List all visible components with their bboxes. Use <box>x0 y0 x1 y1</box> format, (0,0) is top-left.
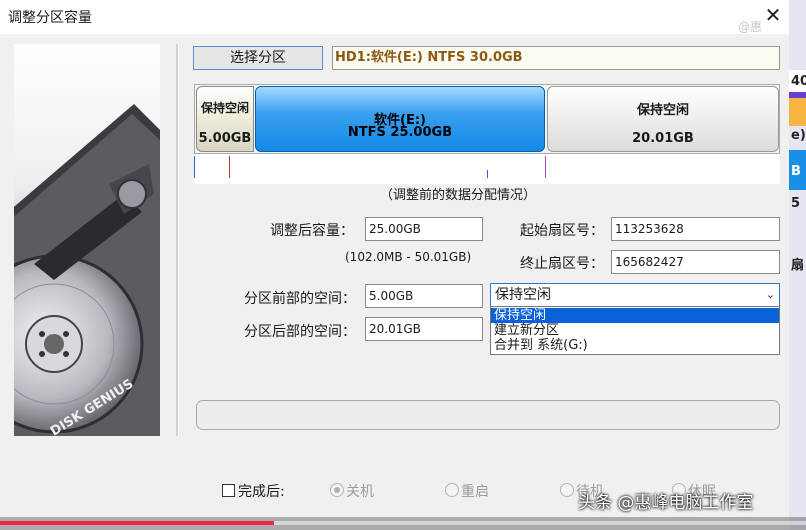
radio-shutdown[interactable] <box>330 483 344 497</box>
watermark-bottom: 头条 @惠峰电脑工作室 <box>578 493 754 513</box>
partition-segment-free-before[interactable]: 保持空闲 5.00GB <box>196 86 254 152</box>
ruler-tick <box>487 170 488 178</box>
space-after-label: 分区后部的空间： <box>244 324 356 340</box>
chevron-down-icon[interactable]: ⌄ <box>766 284 775 306</box>
space-after-input[interactable]: 20.01GB <box>365 317 483 341</box>
ruler-tick <box>229 156 230 178</box>
segment-detail: NTFS 25.00GB <box>347 125 453 140</box>
end-sector-label: 终止扇区号： <box>520 256 604 272</box>
partition-segment-free-after[interactable]: 保持空闲 20.01GB <box>547 86 779 152</box>
disk-info-field: HD1:软件(E:) NTFS 30.0GB <box>332 46 780 70</box>
segment-name: 保持空闲 <box>200 101 249 115</box>
sector-ruler <box>194 154 780 184</box>
dropdown-option-merge-system[interactable]: 合并到 系统(G:) <box>491 338 779 353</box>
dropdown-selected-value: 保持空闲 <box>495 287 551 303</box>
segment-size: 20.01GB <box>632 131 694 146</box>
radio-restart[interactable] <box>445 483 459 497</box>
background-window-edge: 40 e) B 5 扇 <box>789 0 806 530</box>
edge-text-2: e) <box>791 128 806 143</box>
dropdown-option-keep-free[interactable]: 保持空闲 <box>491 308 779 323</box>
new-size-label: 调整后容量： <box>270 223 354 239</box>
segment-name: 保持空闲 <box>636 103 689 118</box>
space-handling-dropdown[interactable]: 保持空闲 ⌄ <box>490 283 780 307</box>
ruler-tick <box>545 156 546 178</box>
edge-text-1: 40 <box>791 74 806 89</box>
select-partition-button[interactable]: 选择分区 <box>193 46 323 70</box>
video-progress-bar[interactable] <box>0 517 806 530</box>
dropdown-list: 保持空闲 建立新分区 合并到 系统(G:) <box>490 306 780 355</box>
map-caption: （调整前的数据分配情况） <box>380 188 537 203</box>
space-before-input[interactable]: 5.00GB <box>365 284 483 308</box>
radio-shutdown-label: 关机 <box>346 484 374 500</box>
space-before-label: 分区前部的空间： <box>244 291 356 307</box>
operation-progress-bar <box>196 400 780 430</box>
size-range-hint: (102.0MB - 50.01GB) <box>345 250 472 264</box>
window-title: 调整分区容量 <box>8 10 92 26</box>
segment-size: 5.00GB <box>198 131 252 146</box>
new-size-input[interactable]: 25.00GB <box>365 217 483 241</box>
vertical-separator <box>176 44 179 436</box>
partition-segment-software[interactable]: 软件(E:) NTFS 25.00GB <box>255 86 545 152</box>
radio-standby[interactable] <box>560 483 574 497</box>
edge-text-4: 5 <box>791 196 801 211</box>
video-progress-remaining <box>274 521 806 525</box>
end-sector-input[interactable]: 165682427 <box>611 250 780 274</box>
after-complete-checkbox[interactable] <box>222 484 235 497</box>
after-complete-label: 完成后: <box>238 484 285 500</box>
title-bar: 调整分区容量 @惠 ✕ <box>0 0 806 34</box>
start-sector-label: 起始扇区号： <box>520 223 604 239</box>
dropdown-option-new-partition[interactable]: 建立新分区 <box>491 323 779 338</box>
video-progress-played <box>0 521 275 525</box>
ruler-tick <box>194 156 195 178</box>
edge-text-5: 扇 <box>791 258 805 273</box>
disk-genius-artwork: DISK GENIUS <box>14 44 160 436</box>
start-sector-input[interactable]: 113253628 <box>611 217 780 241</box>
radio-restart-label: 重启 <box>461 484 489 500</box>
close-icon[interactable]: ✕ <box>762 3 784 27</box>
edge-text-3: B <box>791 164 801 179</box>
partition-map: 保持空闲 5.00GB 软件(E:) NTFS 25.00GB 保持空闲 20.… <box>194 84 780 154</box>
